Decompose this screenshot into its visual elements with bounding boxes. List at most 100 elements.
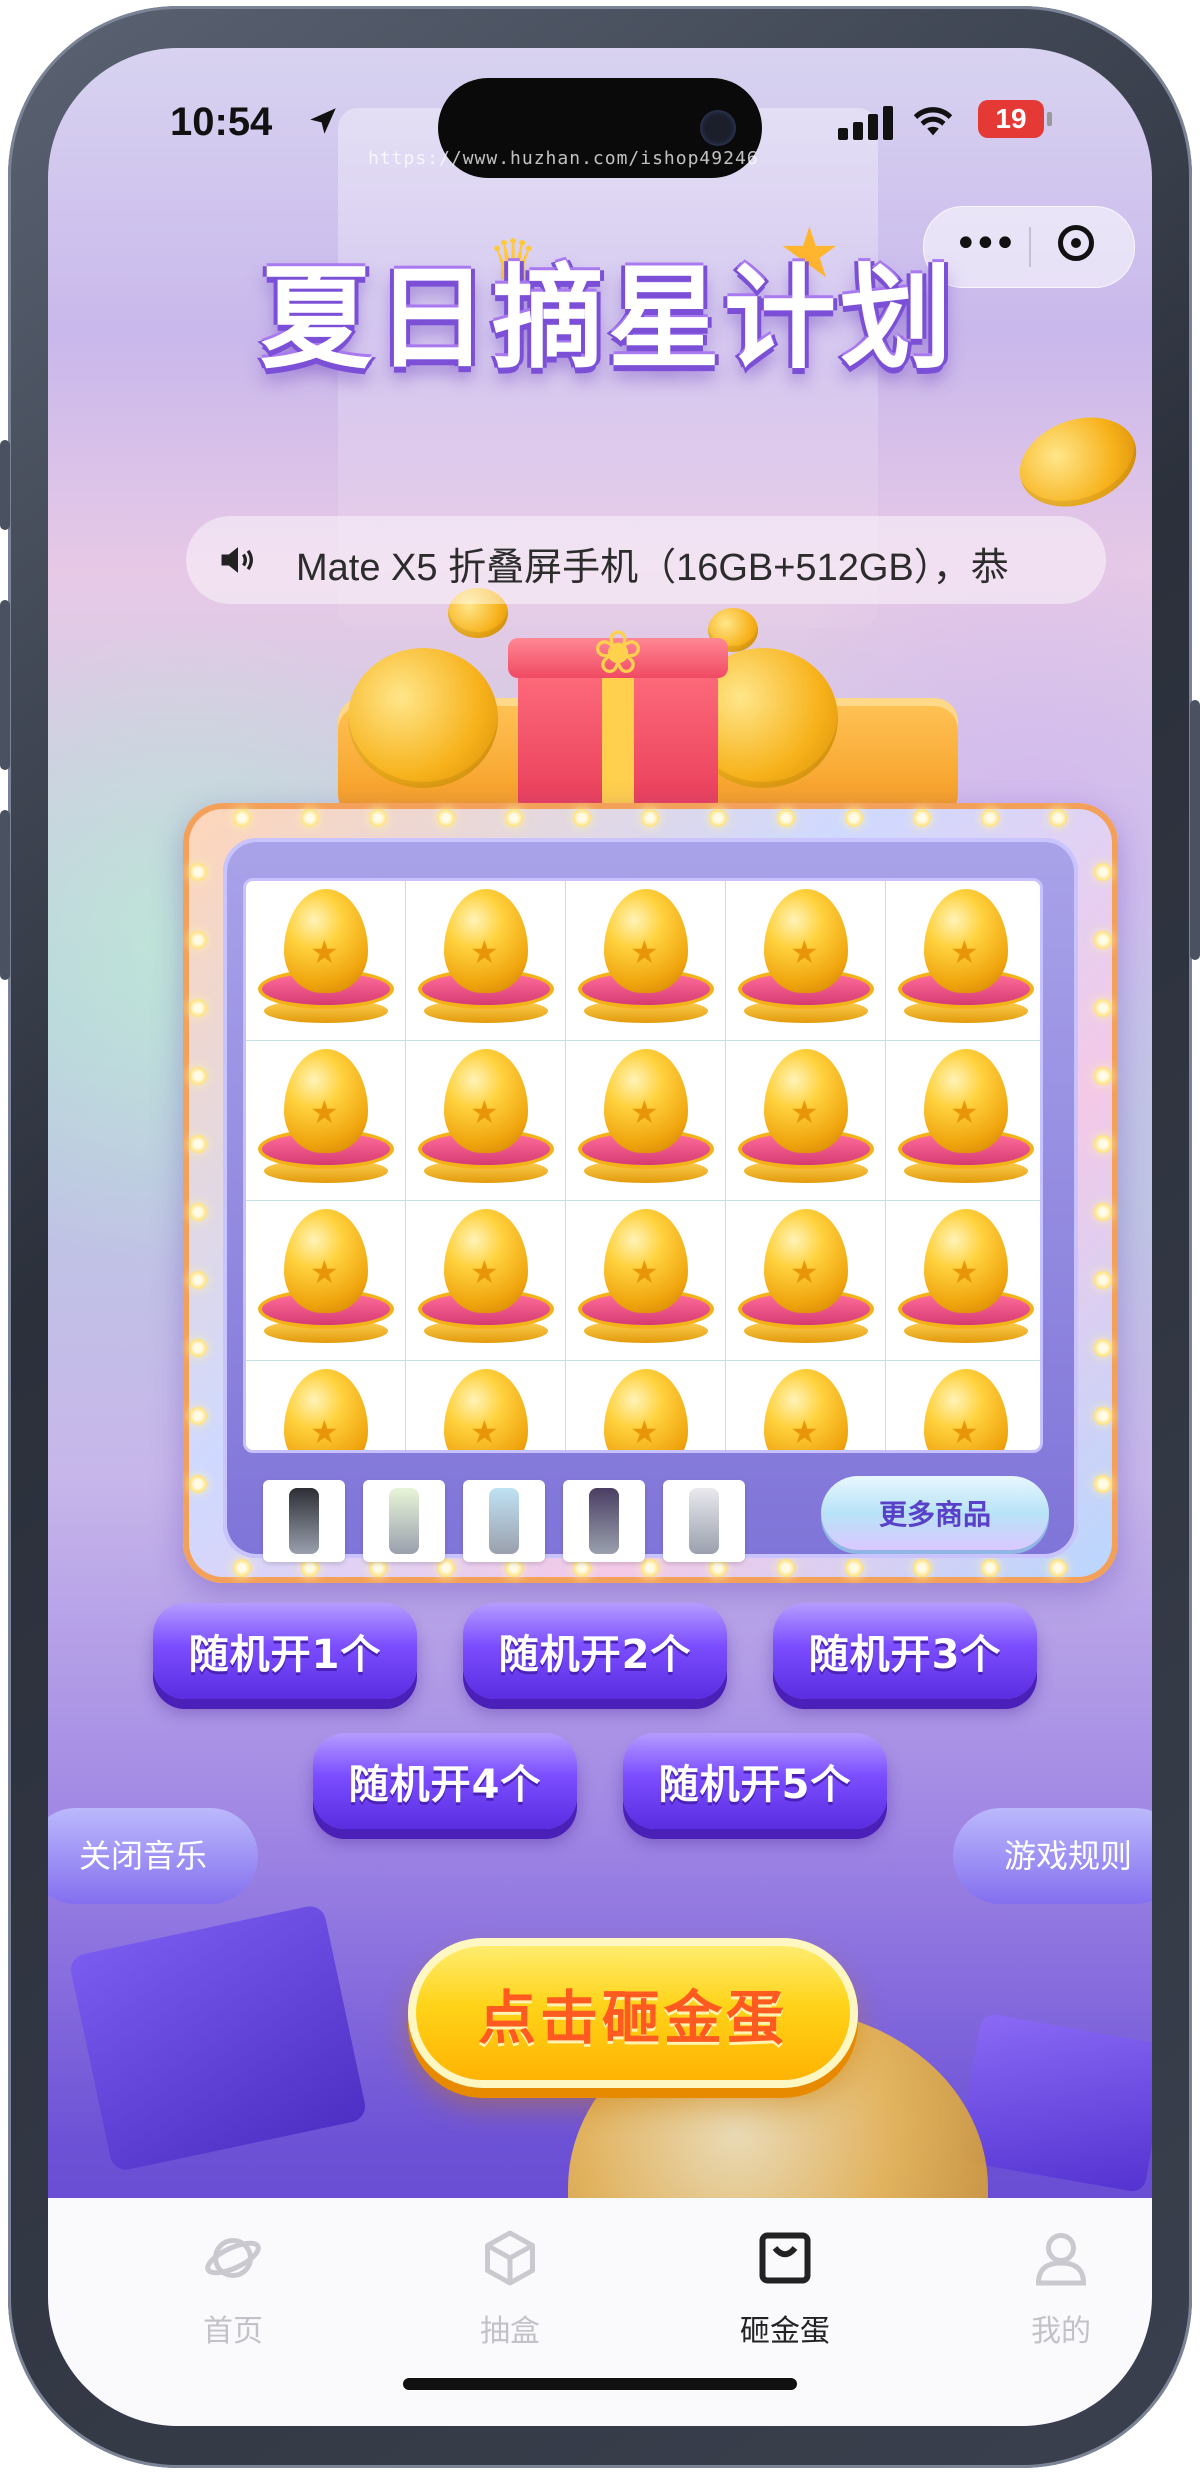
wifi-icon [913, 107, 953, 136]
open-3-button[interactable]: 随机开3个 [773, 1603, 1037, 1699]
light-bulb-icon [1094, 1407, 1112, 1425]
egg-cell[interactable] [246, 1201, 406, 1361]
open-4-button[interactable]: 随机开4个 [313, 1733, 577, 1829]
golden-egg-icon [764, 889, 848, 993]
light-bulb-icon [189, 1203, 207, 1221]
light-bulb-icon [233, 809, 251, 827]
light-bulb-icon [1094, 1203, 1112, 1221]
egg-cell[interactable] [246, 1361, 406, 1450]
light-bulb-icon [1094, 1475, 1112, 1493]
person-icon [1035, 2233, 1087, 2286]
coin-decoration [348, 648, 498, 788]
egg-cell[interactable] [886, 1201, 1040, 1361]
more-products-button[interactable]: 更多商品 [821, 1476, 1049, 1550]
side-button [1190, 700, 1200, 960]
close-miniprogram-icon[interactable] [1058, 225, 1094, 261]
egg-cell[interactable] [566, 1201, 726, 1361]
notice-text: Mate X5 折叠屏手机（16GB+512GB），恭 [296, 547, 1009, 589]
status-time: 10:54 [170, 100, 273, 144]
golden-egg-icon [604, 889, 688, 993]
egg-cell[interactable] [566, 1041, 726, 1201]
egg-cell[interactable] [886, 881, 1040, 1041]
tab-home[interactable]: 首页 [158, 2218, 308, 2358]
smash-egg-button[interactable]: 点击砸金蛋 [408, 1938, 858, 2088]
light-bulb-icon [777, 1559, 795, 1577]
light-bulb-icon [189, 1135, 207, 1153]
light-bulb-icon [437, 809, 455, 827]
egg-cell[interactable] [726, 1201, 886, 1361]
egg-cell[interactable] [406, 881, 566, 1041]
tab-mine[interactable]: 我的 [986, 2218, 1136, 2358]
egg-cell[interactable] [246, 1041, 406, 1201]
product-thumbnails [263, 1480, 745, 1562]
light-bulb-icon [1094, 999, 1112, 1017]
side-button [0, 600, 10, 770]
egg-cell[interactable] [726, 1041, 886, 1201]
bow-icon: ❀ [592, 618, 644, 688]
tab-label: 首页 [203, 2314, 263, 2349]
battery-indicator: 19 [978, 100, 1052, 138]
tab-label: 抽盒 [480, 2314, 540, 2349]
product-thumbnail[interactable] [463, 1480, 545, 1562]
egg-cell[interactable] [406, 1361, 566, 1450]
phone-image [589, 1488, 619, 1554]
light-bulb-icon [1094, 863, 1112, 881]
egg-cell[interactable] [886, 1041, 1040, 1201]
light-bulb-icon [189, 863, 207, 881]
bag-icon [759, 2232, 811, 2284]
light-bulb-icon [189, 1339, 207, 1357]
golden-egg-icon [284, 1049, 368, 1153]
side-button [0, 810, 10, 980]
golden-egg-icon [284, 1209, 368, 1313]
game-rules-button[interactable]: 游戏规则 [953, 1808, 1152, 1904]
open-5-button[interactable]: 随机开5个 [623, 1733, 887, 1829]
tab-blind-box[interactable]: 抽盒 [435, 2218, 585, 2358]
open-2-button[interactable]: 随机开2个 [463, 1603, 727, 1699]
light-bulb-icon [981, 809, 999, 827]
egg-cell[interactable] [566, 1361, 726, 1450]
app-screen: 10:54 19 https://www.huzhan.com/ishop492… [48, 48, 1152, 2426]
light-bulb-icon [1094, 1067, 1112, 1085]
golden-egg-icon [444, 889, 528, 993]
egg-cell[interactable] [726, 881, 886, 1041]
egg-cell[interactable] [566, 881, 726, 1041]
golden-egg-icon [764, 1209, 848, 1313]
golden-egg-icon [444, 1049, 528, 1153]
blind-box-decoration [67, 1903, 369, 2173]
product-thumbnail[interactable] [263, 1480, 345, 1562]
location-arrow-icon [310, 108, 336, 134]
light-bulb-icon [189, 1067, 207, 1085]
light-bulb-icon [777, 809, 795, 827]
golden-egg-icon [924, 1369, 1008, 1450]
phone-image [389, 1488, 419, 1554]
signal-icon [838, 106, 898, 140]
close-music-button[interactable]: 关闭音乐 [48, 1808, 258, 1904]
product-thumbnail[interactable] [363, 1480, 445, 1562]
product-thumbnail[interactable] [563, 1480, 645, 1562]
egg-cell[interactable] [406, 1201, 566, 1361]
light-bulb-icon [1094, 931, 1112, 949]
golden-egg-icon [284, 1369, 368, 1450]
egg-cell[interactable] [886, 1361, 1040, 1450]
phone-image [689, 1488, 719, 1554]
golden-egg-icon [764, 1049, 848, 1153]
egg-cell[interactable] [726, 1361, 886, 1450]
light-bulb-icon [1049, 1559, 1067, 1577]
tab-smash-egg[interactable]: 砸金蛋 [710, 2218, 860, 2358]
golden-egg-icon [604, 1369, 688, 1450]
light-bulb-icon [845, 1559, 863, 1577]
light-bulb-icon [1094, 1135, 1112, 1153]
light-bulb-icon [369, 809, 387, 827]
light-bulb-icon [189, 999, 207, 1017]
egg-grid [243, 878, 1043, 1453]
light-bulb-icon [573, 809, 591, 827]
egg-cell[interactable] [406, 1041, 566, 1201]
light-bulb-icon [845, 809, 863, 827]
light-bulb-icon [709, 809, 727, 827]
home-indicator[interactable] [403, 2378, 797, 2390]
open-1-button[interactable]: 随机开1个 [153, 1603, 417, 1699]
egg-cell[interactable] [246, 881, 406, 1041]
product-thumbnail[interactable] [663, 1480, 745, 1562]
light-bulb-icon [189, 1475, 207, 1493]
light-bulb-icon [189, 931, 207, 949]
